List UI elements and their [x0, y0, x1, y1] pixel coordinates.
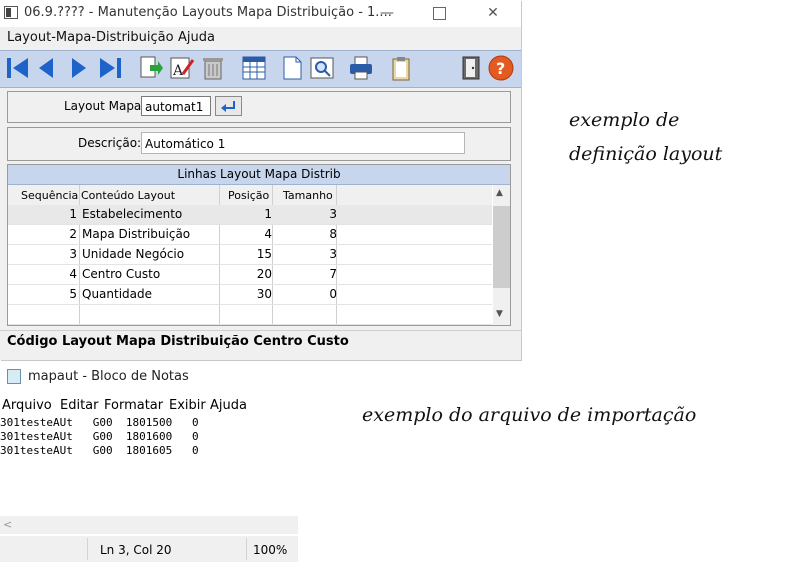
- last-icon[interactable]: [96, 54, 124, 82]
- cursor-position: Ln 3, Col 20: [100, 543, 172, 557]
- cell-posicao: 20: [256, 267, 272, 281]
- cell-conteudo: Mapa Distribuição: [82, 227, 191, 241]
- next-icon[interactable]: [64, 54, 92, 82]
- horizontal-scrollbar[interactable]: <: [0, 516, 298, 534]
- cell-conteudo: Centro Custo: [82, 267, 161, 281]
- exit-icon[interactable]: [457, 54, 485, 82]
- zoom-level: 100%: [253, 543, 288, 557]
- toolbar: A ?: [0, 50, 521, 88]
- descricao-label: Descrição:: [78, 136, 142, 150]
- scroll-thumb[interactable]: [493, 206, 510, 288]
- enter-icon: [221, 101, 235, 112]
- menu-layout-mapa[interactable]: Layout-Mapa-Distribuição: [7, 30, 174, 45]
- table-row[interactable]: 5 Quantidade 30 0: [8, 285, 492, 305]
- cell-conteudo: Estabelecimento: [82, 207, 183, 221]
- col-posicao[interactable]: Posição: [228, 189, 269, 202]
- cell-conteudo: Unidade Negócio: [82, 247, 185, 261]
- status-divider: [246, 538, 247, 560]
- menu-bar: Layout-Mapa-Distribuição Ajuda: [0, 27, 521, 49]
- window-title: 06.9.???? - Manutenção Layouts Mapa Dist…: [24, 5, 392, 20]
- scroll-up-icon[interactable]: ▲: [496, 188, 503, 198]
- status-divider: [87, 538, 88, 560]
- new-document-icon[interactable]: [278, 54, 306, 82]
- descricao-input[interactable]: Automático 1: [141, 132, 465, 154]
- layout-mapa-label: Layout Mapa:: [64, 99, 146, 113]
- delete-icon[interactable]: [199, 54, 227, 82]
- notepad-status-bar: Ln 3, Col 20 100%: [0, 536, 298, 562]
- cell-sequencia: 1: [69, 207, 77, 221]
- notepad-icon: [7, 369, 21, 384]
- close-button[interactable]: ✕: [470, 2, 516, 24]
- vertical-scrollbar[interactable]: ▲ ▼: [493, 185, 510, 325]
- text-line: 301testeAUt G00 1801600 0: [0, 430, 199, 443]
- menu-arquivo[interactable]: Arquivo: [2, 398, 52, 413]
- cell-tamanho: 0: [329, 287, 337, 301]
- clipboard-icon[interactable]: [387, 54, 415, 82]
- grid-header: Sequência Conteúdo Layout Posição Tamanh…: [8, 185, 492, 205]
- menu-formatar[interactable]: Formatar: [104, 398, 163, 413]
- text-line: 301testeAUt G00 1801605 0: [0, 444, 199, 457]
- first-icon[interactable]: [4, 54, 32, 82]
- status-text: Código Layout Mapa Distribuição Centro C…: [7, 334, 349, 349]
- cell-posicao: 15: [256, 247, 272, 261]
- note-layout-line1: exemplo de: [569, 109, 680, 131]
- cell-posicao: 4: [264, 227, 272, 241]
- menu-ajuda[interactable]: Ajuda: [178, 30, 215, 45]
- descricao-panel: Descrição: Automático 1: [7, 127, 511, 161]
- grid-body: 1 Estabelecimento 1 3 2 Mapa Distribuiçã…: [8, 205, 492, 325]
- layout-mapa-panel: Layout Mapa: automat1: [7, 91, 511, 123]
- col-tamanho[interactable]: Tamanho: [283, 189, 333, 202]
- table-row[interactable]: 1 Estabelecimento 1 3: [8, 205, 492, 225]
- cell-tamanho: 3: [329, 247, 337, 261]
- cell-posicao: 1: [264, 207, 272, 221]
- cell-tamanho: 8: [329, 227, 337, 241]
- menu-ajuda-notepad[interactable]: Ajuda: [210, 398, 247, 413]
- col-sequencia[interactable]: Sequência: [21, 189, 78, 202]
- table-row[interactable]: 2 Mapa Distribuição 4 8: [8, 225, 492, 245]
- goto-icon[interactable]: [136, 54, 164, 82]
- note-import: exemplo do arquivo de importação: [362, 404, 697, 426]
- minimize-button[interactable]: —: [364, 2, 410, 24]
- table-icon[interactable]: [240, 54, 268, 82]
- table-row[interactable]: 3 Unidade Negócio 15 3: [8, 245, 492, 265]
- notepad-text-area[interactable]: 301testeAUt G00 1801500 0 301testeAUt G00…: [0, 416, 199, 458]
- text-line: 301testeAUt G00 1801500 0: [0, 416, 199, 429]
- prev-icon[interactable]: [33, 54, 61, 82]
- menu-exibir[interactable]: Exibir: [169, 398, 206, 413]
- col-conteudo-layout[interactable]: Conteúdo Layout: [81, 189, 175, 202]
- cell-sequencia: 5: [69, 287, 77, 301]
- title-bar: 06.9.???? - Manutenção Layouts Mapa Dist…: [0, 0, 521, 27]
- scroll-left-icon[interactable]: <: [3, 518, 12, 531]
- status-bar: Código Layout Mapa Distribuição Centro C…: [0, 330, 521, 353]
- table-row-empty[interactable]: [8, 305, 492, 325]
- cell-sequencia: 2: [69, 227, 77, 241]
- cell-sequencia: 3: [69, 247, 77, 261]
- table-row[interactable]: 4 Centro Custo 20 7: [8, 265, 492, 285]
- enter-button[interactable]: [215, 96, 242, 116]
- app-icon: [4, 6, 18, 19]
- menu-editar[interactable]: Editar: [60, 398, 99, 413]
- edit-icon[interactable]: A: [167, 54, 195, 82]
- cell-conteudo: Quantidade: [82, 287, 153, 301]
- app-window: 06.9.???? - Manutenção Layouts Mapa Dist…: [0, 0, 521, 360]
- cell-sequencia: 4: [69, 267, 77, 281]
- scroll-down-icon[interactable]: ▼: [496, 309, 503, 319]
- maximize-button[interactable]: [416, 2, 462, 24]
- cell-posicao: 30: [256, 287, 272, 301]
- notepad-window: mapaut - Bloco de Notas Arquivo Editar F…: [0, 364, 300, 562]
- help-icon[interactable]: ?: [487, 54, 515, 82]
- layout-mapa-input[interactable]: automat1: [141, 96, 211, 116]
- print-icon[interactable]: [347, 54, 375, 82]
- grid-title: Linhas Layout Mapa Distrib: [8, 165, 510, 185]
- cell-tamanho: 3: [329, 207, 337, 221]
- maximize-icon: [432, 6, 446, 20]
- svg-text:?: ?: [496, 59, 505, 78]
- cell-tamanho: 7: [329, 267, 337, 281]
- notepad-title: mapaut - Bloco de Notas: [28, 369, 189, 384]
- note-layout-line2: definição layout: [569, 143, 723, 165]
- svg-text:A: A: [172, 63, 184, 79]
- linhas-layout-grid: Linhas Layout Mapa Distrib Sequência Con…: [7, 164, 511, 326]
- zoom-icon[interactable]: [308, 54, 336, 82]
